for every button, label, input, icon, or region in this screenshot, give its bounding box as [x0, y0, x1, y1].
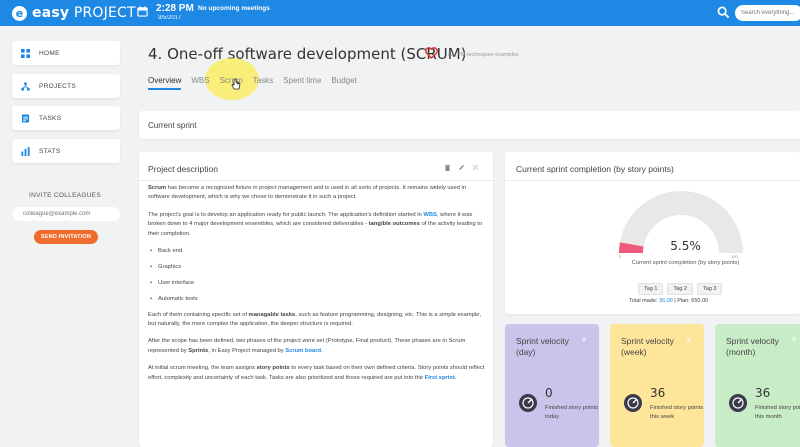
wbs-link[interactable]: WBS	[423, 212, 437, 218]
tag-list: Tag 1 Tag 2 Tag 3	[638, 283, 723, 295]
logo-text: easy PROJECT	[32, 5, 136, 21]
description-body: Scrum has become a recognized fixture in…	[148, 184, 488, 391]
logo-mark: e	[12, 5, 27, 21]
desc-paragraph: The project's goal is to develop an appl…	[148, 211, 483, 237]
velocity-title: Sprint velocity (month)	[726, 336, 779, 357]
tab-tasks[interactable]: Tasks	[253, 76, 273, 90]
scrum-board-link[interactable]: Scrum board	[285, 348, 321, 354]
velocity-value: 36	[755, 386, 771, 400]
invite-colleagues-label: INVITE COLLEAGUES	[29, 192, 101, 199]
total-made: Total made: 36.00 | Plan: 650.00	[629, 298, 709, 304]
gauge-min-label: 0	[619, 254, 622, 259]
page-title: 4. One-off software development (SCRUM)	[148, 45, 467, 63]
tab-wbs[interactable]: WBS	[191, 76, 209, 90]
desc-paragraph: At initial scrum meeting, the team assig…	[148, 365, 485, 381]
list-item: Automatic tests	[148, 295, 488, 305]
velocity-caption: Finished story points this week	[650, 405, 704, 420]
velocity-caption: Finished story points today	[545, 405, 599, 420]
tab-spent-time[interactable]: Spent time	[283, 76, 321, 90]
card-title: Current sprint completion (by story poin…	[516, 164, 674, 174]
upcoming-meetings[interactable]: No upcoming meetings	[198, 5, 270, 12]
current-sprint-panel[interactable]: Current sprint	[139, 111, 800, 139]
speedometer-icon	[519, 394, 537, 412]
clock-time: 2:28 PM	[156, 3, 194, 14]
sidebar-item-tasks[interactable]: TASKS	[12, 106, 120, 130]
velocity-title: Sprint velocity (day)	[516, 336, 569, 357]
sidebar: HOME PROJECTS TASKS STATS INVITE COLLEAG…	[0, 26, 130, 447]
tag-button[interactable]: Tag 1	[638, 283, 664, 295]
velocity-value: 36	[650, 386, 666, 400]
pencil-icon[interactable]	[458, 164, 465, 171]
velocity-card-day: Sprint velocity (day) ✕ 0 Finished story…	[505, 324, 599, 447]
current-sprint-label: Current sprint	[148, 121, 197, 130]
deliverables-list: Back end Graphics User interface Automat…	[148, 247, 488, 305]
mouse-cursor-icon	[231, 78, 241, 90]
calendar-icon[interactable]	[137, 6, 148, 17]
send-invitation-button[interactable]: SEND INVITATION	[34, 230, 98, 244]
velocity-card-week: Sprint velocity (week) ✕ 36 Finished sto…	[610, 324, 704, 447]
sidebar-item-home[interactable]: HOME	[12, 41, 120, 65]
tab-overview[interactable]: Overview	[148, 76, 182, 90]
velocity-card-month: Sprint velocity (month) ✕ 36 Finished st…	[715, 324, 800, 447]
velocity-title: Sprint velocity (week)	[621, 336, 674, 357]
completion-percent: 5.5%	[670, 239, 701, 253]
sprint-completion-card: Current sprint completion (by story poin…	[505, 152, 800, 314]
close-icon[interactable]: ✕	[686, 336, 692, 344]
divider	[139, 180, 493, 181]
speedometer-icon	[624, 394, 642, 412]
breadcrumb[interactable]: / 2. PM techniques examples	[448, 52, 519, 58]
sidebar-item-stats[interactable]: STATS	[12, 139, 120, 163]
search-icon[interactable]	[717, 6, 730, 19]
project-tabs: Overview WBS Scrum Tasks Spent time Budg…	[148, 76, 367, 90]
invite-email-field[interactable]	[13, 207, 120, 221]
close-icon[interactable]: ✕	[791, 336, 797, 344]
clipboard-icon	[21, 113, 30, 123]
desc-paragraph: Each of them containing specific set of …	[148, 311, 482, 328]
sidebar-item-label: PROJECTS	[39, 82, 77, 90]
app-logo[interactable]: e easy PROJECT	[12, 5, 136, 21]
project-description-card: Project description Scrum has become a r…	[139, 152, 493, 447]
tab-budget[interactable]: Budget	[331, 76, 356, 90]
sidebar-item-label: HOME	[39, 49, 60, 57]
heart-icon[interactable]	[425, 47, 438, 59]
speedometer-icon	[729, 394, 747, 412]
velocity-value: 0	[545, 386, 553, 400]
sidebar-item-projects[interactable]: PROJECTS	[12, 74, 120, 98]
divider	[505, 180, 800, 181]
network-icon	[21, 81, 30, 91]
list-item: Back end	[148, 247, 488, 257]
grid-icon	[21, 48, 30, 58]
bar-chart-icon	[21, 146, 30, 156]
list-item: Graphics	[148, 263, 488, 273]
close-icon[interactable]: ✕	[581, 336, 587, 344]
card-title: Project description	[148, 164, 218, 174]
search-input[interactable]	[735, 5, 800, 21]
list-item: User interface	[148, 279, 488, 289]
trash-icon[interactable]	[444, 164, 451, 171]
card-tools	[444, 164, 479, 171]
desc-paragraph: After the scope has been defined, two ph…	[148, 338, 466, 354]
close-icon[interactable]	[472, 164, 479, 171]
gauge-caption: Current sprint completion (by story poin…	[631, 260, 740, 266]
tag-button[interactable]: Tag 2	[667, 283, 693, 295]
top-bar: e easy PROJECT 2:28 PM 9/5/2017 No upcom…	[0, 0, 800, 26]
first-sprint-link[interactable]: First sprint	[425, 375, 455, 381]
gauge-max-label: 100	[731, 254, 738, 259]
sidebar-item-label: TASKS	[39, 114, 62, 122]
clock-date: 9/5/2017	[158, 15, 182, 21]
sidebar-item-label: STATS	[39, 147, 61, 155]
velocity-caption: Finished story points this month	[755, 405, 800, 420]
tag-button[interactable]: Tag 3	[696, 283, 723, 295]
desc-paragraph: Scrum has become a recognized fixture in…	[148, 185, 467, 201]
